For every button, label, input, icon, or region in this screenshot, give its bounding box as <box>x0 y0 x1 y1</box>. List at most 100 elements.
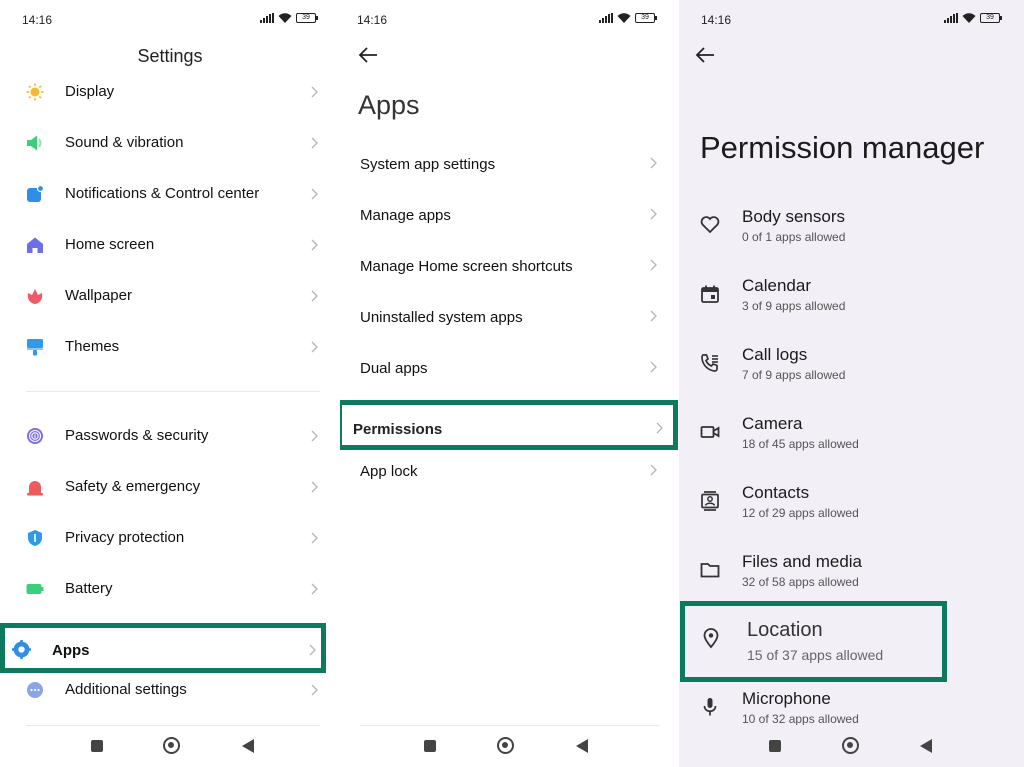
settings-item-sound[interactable]: Sound & vibration <box>0 122 340 166</box>
settings-item-label: Privacy protection <box>65 529 185 546</box>
battery-status-icon: 39 <box>296 13 318 23</box>
apps-item-manage-shortcuts[interactable]: Manage Home screen shortcuts <box>340 244 679 288</box>
gear-icon <box>12 640 31 659</box>
permission-name: Location <box>747 619 823 641</box>
apps-item-label: Manage apps <box>360 207 451 224</box>
chevron-right-icon <box>650 258 657 271</box>
settings-item-passwords-security[interactable]: Passwords & security <box>0 415 340 459</box>
chevron-right-icon <box>311 187 318 200</box>
settings-item-label: Apps <box>52 642 90 659</box>
navigation-bar <box>0 725 340 767</box>
microphone-icon <box>703 698 717 716</box>
settings-item-apps[interactable]: Apps <box>0 623 326 673</box>
wifi-icon <box>278 13 292 23</box>
back-button[interactable] <box>576 739 588 753</box>
chevron-right-icon <box>311 136 318 149</box>
recents-button[interactable] <box>769 740 781 752</box>
chevron-right-icon <box>311 480 318 493</box>
calendar-icon <box>701 285 719 303</box>
permission-name: Files and media <box>742 552 863 571</box>
settings-item-home-screen[interactable]: Home screen <box>0 224 340 268</box>
settings-item-label: Display <box>65 83 115 100</box>
apps-item-app-lock[interactable]: App lock <box>340 449 679 493</box>
shield-icon <box>28 530 42 546</box>
page-title: Permission manager <box>700 130 985 165</box>
home-button[interactable] <box>163 737 180 754</box>
more-icon <box>27 682 43 698</box>
chevron-right-icon <box>311 531 318 544</box>
apps-item-label: Uninstalled system apps <box>360 309 523 326</box>
permission-count: 32 of 58 apps allowed <box>742 575 859 589</box>
sun-icon <box>26 83 44 101</box>
permission-item-location[interactable]: Location 15 of 37 apps allowed <box>680 601 947 682</box>
contacts-icon <box>701 491 719 511</box>
settings-item-notifications[interactable]: Notifications & Control center <box>0 173 340 217</box>
signal-icon <box>260 13 274 23</box>
settings-item-privacy-protection[interactable]: Privacy protection <box>0 517 340 561</box>
permission-count: 18 of 45 apps allowed <box>742 437 859 451</box>
settings-item-battery[interactable]: Battery <box>0 568 340 612</box>
settings-item-additional[interactable]: Additional settings <box>0 669 340 713</box>
back-button[interactable] <box>920 739 932 753</box>
back-button[interactable] <box>242 739 254 753</box>
chevron-right-icon <box>650 360 657 373</box>
chevron-right-icon <box>309 643 316 656</box>
apps-item-label: System app settings <box>360 156 496 173</box>
permission-count: 3 of 9 apps allowed <box>742 299 846 313</box>
folder-icon <box>700 563 720 578</box>
settings-item-label: Wallpaper <box>65 287 132 304</box>
status-bar: 14:16 39 <box>340 10 679 30</box>
chevron-right-icon <box>311 238 318 251</box>
battery-icon <box>26 584 44 594</box>
apps-item-permissions[interactable]: Permissions <box>340 400 678 450</box>
apps-item-label: Permissions <box>353 421 443 438</box>
alarm-icon <box>27 481 43 496</box>
apps-item-uninstalled-system-apps[interactable]: Uninstalled system apps <box>340 295 679 339</box>
settings-item-label: Safety & emergency <box>65 478 201 495</box>
settings-item-safety-emergency[interactable]: Safety & emergency <box>0 466 340 510</box>
brush-icon <box>27 339 43 356</box>
wifi-icon <box>962 13 976 23</box>
permission-name: Body sensors <box>742 207 845 226</box>
apps-item-dual-apps[interactable]: Dual apps <box>340 346 679 390</box>
home-icon <box>27 237 43 253</box>
permission-item-camera[interactable]: Camera 18 of 45 apps allowed <box>679 408 1024 468</box>
apps-item-system-app-settings[interactable]: System app settings <box>340 142 679 186</box>
back-arrow-icon[interactable] <box>358 46 378 64</box>
permission-item-body-sensors[interactable]: Body sensors 0 of 1 apps allowed <box>679 201 1024 261</box>
chevron-right-icon <box>311 429 318 442</box>
status-time: 14:16 <box>22 13 53 27</box>
notification-icon <box>27 185 44 202</box>
settings-item-label: Notifications & Control center <box>65 185 260 202</box>
fingerprint-icon <box>27 428 43 444</box>
permission-name: Camera <box>742 414 803 433</box>
back-arrow-icon[interactable] <box>695 46 715 64</box>
page-title: Settings <box>137 46 203 66</box>
permission-item-files-media[interactable]: Files and media 32 of 58 apps allowed <box>679 546 1024 606</box>
settings-screen: 14:16 39 Settings Display Sound & vibrat… <box>0 0 340 767</box>
permission-item-calendar[interactable]: Calendar 3 of 9 apps allowed <box>679 270 1024 330</box>
recents-button[interactable] <box>424 740 436 752</box>
battery-status-icon: 39 <box>635 13 657 23</box>
settings-item-label: Sound & vibration <box>65 134 184 151</box>
signal-icon <box>599 13 613 23</box>
chevron-right-icon <box>650 156 657 169</box>
apps-screen: 14:16 39 Apps System app settings Manage… <box>340 0 679 767</box>
chevron-right-icon <box>650 207 657 220</box>
settings-item-label: Additional settings <box>65 681 187 698</box>
apps-item-label: Dual apps <box>360 360 428 377</box>
permission-name: Calendar <box>742 276 811 295</box>
permission-item-contacts[interactable]: Contacts 12 of 29 apps allowed <box>679 477 1024 537</box>
settings-item-themes[interactable]: Themes <box>0 326 340 370</box>
home-button[interactable] <box>842 737 859 754</box>
permission-count: 12 of 29 apps allowed <box>742 506 859 520</box>
home-button[interactable] <box>497 737 514 754</box>
status-bar: 14:16 39 <box>0 10 340 30</box>
recents-button[interactable] <box>91 740 103 752</box>
permission-item-call-logs[interactable]: Call logs 7 of 9 apps allowed <box>679 339 1024 399</box>
settings-item-display[interactable]: Display <box>0 71 340 115</box>
apps-item-manage-apps[interactable]: Manage apps <box>340 193 679 237</box>
signal-icon <box>944 13 958 23</box>
status-bar: 14:16 39 <box>679 10 1024 30</box>
settings-item-wallpaper[interactable]: Wallpaper <box>0 275 340 319</box>
